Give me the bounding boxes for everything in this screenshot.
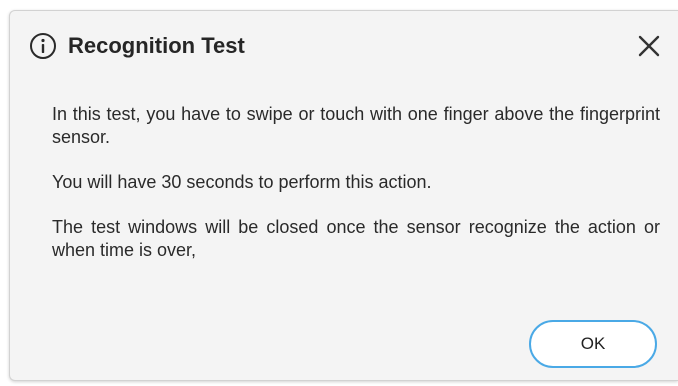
ok-button[interactable]: OK (529, 320, 657, 368)
dialog-header: Recognition Test (10, 11, 678, 79)
recognition-test-dialog: Recognition Test In this test, you have … (9, 10, 678, 381)
dialog-body: In this test, you have to swipe or touch… (52, 103, 660, 284)
info-icon (29, 32, 57, 60)
closing-info-text: The test windows will be closed once the… (52, 217, 660, 260)
close-button[interactable] (634, 31, 664, 61)
dialog-title: Recognition Test (68, 33, 245, 58)
close-icon (638, 35, 660, 57)
time-limit-text: You will have 30 seconds to perform this… (52, 172, 432, 192)
instruction-text: In this test, you have to swipe or touch… (52, 104, 660, 147)
